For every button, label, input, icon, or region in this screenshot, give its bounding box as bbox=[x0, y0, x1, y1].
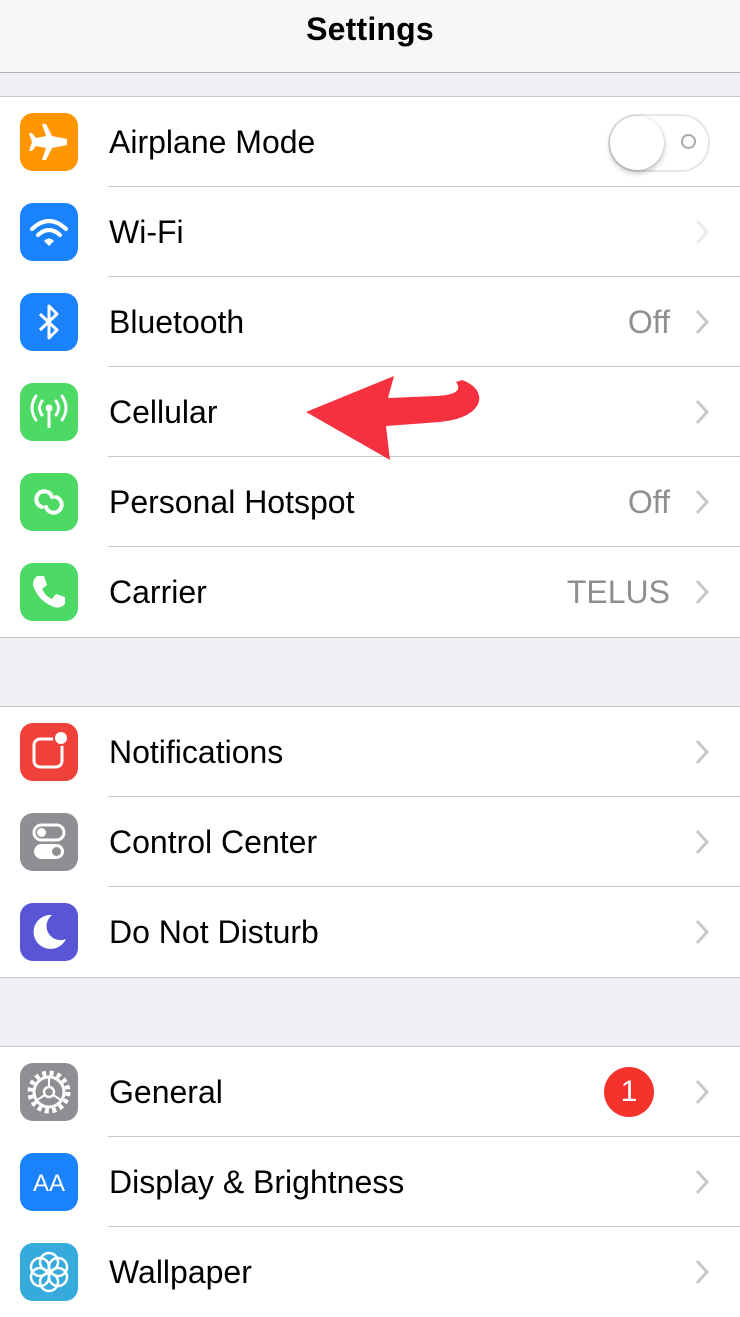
chevron-right-icon bbox=[694, 216, 710, 248]
settings-row-do-not-disturb[interactable]: Do Not Disturb bbox=[0, 887, 740, 977]
settings-row-control-center[interactable]: Control Center bbox=[0, 797, 740, 887]
settings-row-airplane-mode[interactable]: Airplane Mode bbox=[0, 97, 740, 187]
settings-row-wifi[interactable]: Wi-Fi bbox=[0, 187, 740, 277]
chevron-right-icon bbox=[694, 826, 710, 858]
general-label: General bbox=[109, 1074, 223, 1110]
chevron-right-icon bbox=[694, 306, 710, 338]
airplane-mode-label: Airplane Mode bbox=[109, 124, 316, 160]
carrier-name: TELUS bbox=[566, 574, 670, 610]
chevron-right-icon bbox=[694, 576, 710, 608]
connectivity-group: Airplane Mode Wi-Fi Bluetooth Off Cellul… bbox=[0, 96, 740, 638]
gear-icon bbox=[20, 1063, 78, 1121]
notifications-label: Notifications bbox=[109, 734, 284, 770]
cellular-label: Cellular bbox=[109, 394, 218, 430]
do-not-disturb-label: Do Not Disturb bbox=[109, 914, 319, 950]
chevron-right-icon bbox=[694, 736, 710, 768]
flower-icon bbox=[20, 1243, 78, 1301]
settings-row-wallpaper[interactable]: Wallpaper bbox=[0, 1227, 740, 1317]
settings-row-display-brightness[interactable]: AA Display & Brightness bbox=[0, 1137, 740, 1227]
settings-row-bluetooth[interactable]: Bluetooth Off bbox=[0, 277, 740, 367]
update-badge: 1 bbox=[604, 1067, 654, 1117]
toggle-off-indicator bbox=[681, 134, 696, 149]
aa-icon-text: AA bbox=[33, 1170, 65, 1197]
bluetooth-status: Off bbox=[627, 304, 670, 340]
phone-icon bbox=[20, 563, 78, 621]
toggle-knob bbox=[610, 116, 664, 170]
chevron-right-icon bbox=[694, 486, 710, 518]
alerts-group: Notifications Control Center Do Not Dist… bbox=[0, 706, 740, 978]
navigation-bar: Settings bbox=[0, 0, 740, 73]
antenna-icon bbox=[20, 383, 78, 441]
wifi-icon bbox=[20, 203, 78, 261]
notifications-icon bbox=[20, 723, 78, 781]
aa-icon: AA bbox=[20, 1153, 78, 1211]
settings-row-general[interactable]: General 1 bbox=[0, 1047, 740, 1137]
airplane-icon bbox=[20, 113, 78, 171]
settings-row-cellular[interactable]: Cellular bbox=[0, 367, 740, 457]
chevron-right-icon bbox=[694, 1256, 710, 1288]
display-brightness-label: Display & Brightness bbox=[109, 1164, 405, 1200]
page-title: Settings bbox=[306, 10, 434, 47]
hotspot-icon bbox=[20, 473, 78, 531]
moon-icon bbox=[20, 903, 78, 961]
airplane-mode-toggle[interactable] bbox=[608, 114, 710, 172]
chevron-right-icon bbox=[694, 916, 710, 948]
carrier-label: Carrier bbox=[109, 574, 207, 610]
wifi-label: Wi-Fi bbox=[109, 214, 184, 250]
personal-hotspot-label: Personal Hotspot bbox=[109, 484, 355, 520]
settings-row-notifications[interactable]: Notifications bbox=[0, 707, 740, 797]
bluetooth-icon bbox=[20, 293, 78, 351]
settings-row-carrier[interactable]: Carrier TELUS bbox=[0, 547, 740, 637]
chevron-right-icon bbox=[694, 396, 710, 428]
control-center-label: Control Center bbox=[109, 824, 318, 860]
settings-row-personal-hotspot[interactable]: Personal Hotspot Off bbox=[0, 457, 740, 547]
wallpaper-label: Wallpaper bbox=[109, 1254, 252, 1290]
chevron-right-icon bbox=[694, 1166, 710, 1198]
bluetooth-label: Bluetooth bbox=[109, 304, 245, 340]
device-group: General 1 AA Display & Brightness Wallpa… bbox=[0, 1046, 740, 1317]
chevron-right-icon bbox=[694, 1076, 710, 1108]
switches-icon bbox=[20, 813, 78, 871]
personal-hotspot-status: Off bbox=[627, 484, 670, 520]
